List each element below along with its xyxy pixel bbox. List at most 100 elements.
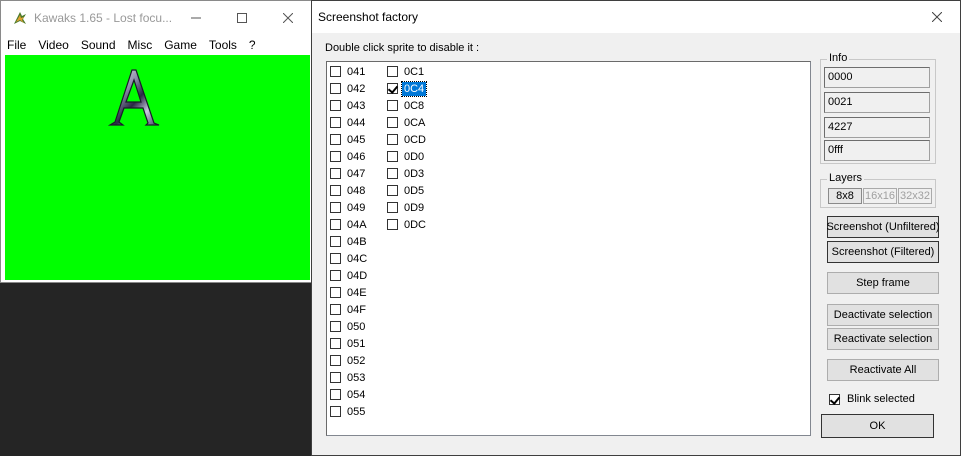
menu-help[interactable]: ? (249, 37, 256, 53)
menu-misc[interactable]: Misc (128, 37, 153, 53)
menu-game[interactable]: Game (164, 37, 197, 53)
sprite-checkbox[interactable] (330, 355, 341, 366)
sprite-label: 048 (347, 184, 366, 197)
sprite-checkbox[interactable] (387, 202, 398, 213)
sprite-item[interactable]: 044 (330, 114, 369, 131)
sprite-checkbox[interactable] (330, 83, 341, 94)
ok-button[interactable]: OK (821, 414, 934, 438)
sprite-item[interactable]: 052 (330, 352, 369, 369)
menu-video[interactable]: Video (38, 37, 68, 53)
sprite-checkbox[interactable] (387, 83, 398, 94)
sprite-checkbox[interactable] (330, 202, 341, 213)
sprite-item[interactable]: 047 (330, 165, 369, 182)
factory-close-button[interactable] (914, 1, 960, 33)
sprite-checkbox[interactable] (330, 117, 341, 128)
sprite-checkbox[interactable] (330, 236, 341, 247)
reactivate-selection-button[interactable]: Reactivate selection (827, 328, 939, 350)
menu-sound[interactable]: Sound (81, 37, 116, 53)
sprite-checkbox[interactable] (330, 304, 341, 315)
layer-32x32-button[interactable]: 32x32 (898, 188, 932, 204)
sprite-checkbox[interactable] (330, 389, 341, 400)
sprite-checkbox[interactable] (387, 100, 398, 111)
step-frame-button[interactable]: Step frame (827, 272, 939, 294)
kawaks-titlebar[interactable]: Kawaks 1.65 - Lost focu... (1, 1, 311, 35)
sprite-item[interactable]: 0D9 (387, 199, 428, 216)
sprite-item[interactable]: 053 (330, 369, 369, 386)
sprite-checkbox[interactable] (387, 134, 398, 145)
sprite-checkbox[interactable] (330, 406, 341, 417)
sprite-checkbox[interactable] (330, 100, 341, 111)
sprite-item[interactable]: 0D3 (387, 165, 428, 182)
sprite-item[interactable]: 0C8 (387, 97, 428, 114)
sprite-item[interactable]: 051 (330, 335, 369, 352)
sprite-item[interactable]: 04E (330, 284, 369, 301)
sprite-checkbox[interactable] (387, 185, 398, 196)
sprite-label: 055 (347, 405, 366, 418)
sprite-item[interactable]: 04D (330, 267, 369, 284)
sprite-checkbox[interactable] (387, 66, 398, 77)
sprite-checkbox[interactable] (330, 151, 341, 162)
close-button[interactable] (265, 1, 311, 35)
sprite-item[interactable]: 046 (330, 148, 369, 165)
sprite-checkbox[interactable] (330, 270, 341, 281)
sprite-checkbox[interactable] (330, 287, 341, 298)
sprite-item[interactable]: 0D5 (387, 182, 428, 199)
blink-selected-check[interactable] (829, 393, 840, 405)
sprite-item[interactable]: 04B (330, 233, 369, 250)
factory-title: Screenshot factory (318, 10, 419, 24)
sprite-item[interactable]: 04A (330, 216, 369, 233)
sprite-checkbox[interactable] (330, 185, 341, 196)
sprite-checkbox[interactable] (330, 168, 341, 179)
sprite-checkbox[interactable] (387, 117, 398, 128)
sprite-checkbox[interactable] (330, 219, 341, 230)
sprite-checkbox[interactable] (330, 66, 341, 77)
sprite-label: 043 (347, 99, 366, 112)
sprite-checkbox[interactable] (330, 253, 341, 264)
sprite-checkbox[interactable] (330, 372, 341, 383)
sprite-item[interactable]: 055 (330, 403, 369, 420)
sprite-item[interactable]: 0D0 (387, 148, 428, 165)
sprite-label: 04D (347, 269, 368, 282)
sprite-item[interactable]: 054 (330, 386, 369, 403)
screenshot-filtered-button[interactable]: Screenshot (Filtered) (827, 241, 939, 263)
sprite-item[interactable]: 0CA (387, 114, 428, 131)
sprite-column-1: 041 042 043 044 045 046 047 048 049 04A 04B 04C 04D 0… (330, 63, 369, 420)
sprite-checkbox[interactable] (387, 151, 398, 162)
menu-file[interactable]: File (7, 37, 26, 53)
sprite-label: 04E (347, 286, 367, 299)
sprite-item[interactable]: 0CD (387, 131, 428, 148)
sprite-label: 04F (347, 303, 366, 316)
sprite-checkbox[interactable] (387, 168, 398, 179)
sprite-item[interactable]: 04F (330, 301, 369, 318)
sprite-item[interactable]: 04C (330, 250, 369, 267)
sprite-item[interactable]: 0C4 (387, 80, 428, 97)
sprite-checklist[interactable]: 041 042 043 044 045 046 047 048 049 04A 04B 04C 04D 0… (326, 61, 811, 436)
menu-tools[interactable]: Tools (209, 37, 237, 53)
sprite-item[interactable]: 043 (330, 97, 369, 114)
screenshot-unfiltered-button[interactable]: Screenshot (Unfiltered) (826, 216, 940, 238)
blink-selected-label: Blink selected (847, 393, 915, 405)
minimize-button[interactable] (173, 1, 219, 35)
sprite-checkbox[interactable] (330, 321, 341, 332)
sprite-item[interactable]: 045 (330, 131, 369, 148)
sprite-item[interactable]: 042 (330, 80, 369, 97)
sprite-checkbox[interactable] (330, 134, 341, 145)
info-group: Info 0000 0021 4227 0fff (820, 52, 936, 164)
sprite-item[interactable]: 0DC (387, 216, 428, 233)
sprite-label: 042 (347, 82, 366, 95)
reactivate-all-button[interactable]: Reactivate All (827, 359, 939, 381)
sprite-item[interactable]: 0C1 (387, 63, 428, 80)
sprite-item[interactable]: 050 (330, 318, 369, 335)
deactivate-selection-button[interactable]: Deactivate selection (827, 304, 939, 326)
sprite-checkbox[interactable] (387, 219, 398, 230)
blink-selected-checkbox[interactable]: Blink selected (829, 393, 915, 405)
sprite-item[interactable]: 041 (330, 63, 369, 80)
sprite-label: 044 (347, 116, 366, 129)
factory-titlebar[interactable]: Screenshot factory (312, 1, 960, 33)
maximize-button[interactable] (219, 1, 265, 35)
layer-16x16-button[interactable]: 16x16 (863, 188, 897, 204)
sprite-item[interactable]: 049 (330, 199, 369, 216)
sprite-checkbox[interactable] (330, 338, 341, 349)
layer-8x8-button[interactable]: 8x8 (828, 188, 862, 204)
sprite-item[interactable]: 048 (330, 182, 369, 199)
